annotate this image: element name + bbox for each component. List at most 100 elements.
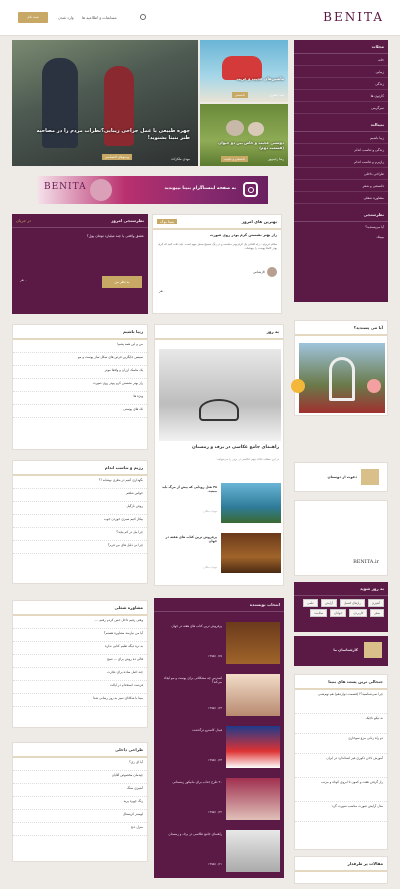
sidebar-item-cartoons[interactable]: کارتون ها [294, 90, 388, 102]
tag[interactable]: آرایش [321, 599, 337, 607]
list-item[interactable]: دو راه زنانی مرغ سوخاری [295, 734, 387, 754]
side-card-cars[interactable]: ماشین‌های عجیب و غریب امید جعفری دانستنی [200, 40, 288, 102]
logo[interactable]: BENITA [323, 10, 384, 24]
list-item[interactable]: تک های پوستی [13, 405, 147, 418]
question-answer-button[interactable]: به نظر من [102, 276, 142, 288]
nav-link-login[interactable]: وارد شدن [58, 15, 74, 20]
best-answers-badge[interactable]: بنیتا بوک [157, 219, 177, 224]
list-item[interactable]: فرصت استخدام در ایالت [13, 681, 147, 694]
list-item[interactable]: چند اصل ساده برای تجارت [13, 668, 147, 681]
list-item[interactable]: سیبس جایگزین قرص های سکل ساز پوست و مو [13, 353, 147, 366]
sidebar-item-life[interactable]: زندگی [294, 78, 388, 90]
list-item[interactable]: یک ماسک ارزان و واقعا موثر [13, 366, 147, 379]
tag[interactable]: آشپزی [367, 599, 384, 607]
hero-title[interactable]: چهره طبیعی یا عمل جراحی زیبایی؟نظرات مرد… [25, 128, 190, 142]
invite-card[interactable]: دعوت از دوستان [294, 462, 388, 492]
instagram-banner[interactable]: BENITA به صفحه اینستاگرام بنیتا بپیوندید [38, 176, 268, 204]
envelope-icon [361, 469, 379, 485]
list-item[interactable]: راز بهتر نشستن کرم پودر روی صورت [13, 379, 147, 392]
sidebar-sub-item[interactable]: زندگی و تناسب اندام [294, 144, 388, 156]
list-item[interactable]: من و این همه پشم! [13, 340, 147, 353]
list-item[interactable]: چرا بیل در کم بیاید؟ [13, 528, 147, 541]
site-name[interactable]: BENITA.ir [353, 559, 379, 565]
list-item[interactable]: آیا ای زی؟ [13, 758, 147, 771]
pick-item-title[interactable]: ۲۰ طرح جذاب برای مانیکور زمستانی [160, 780, 222, 784]
daily-list-meta: مهدی ملکی [203, 565, 217, 569]
list-item[interactable]: مدل آرایش صورت مناسب صورت گرد [295, 802, 387, 822]
sidebar-sub-item[interactable]: رازبرم و تناسب اندام [294, 156, 388, 168]
list-item[interactable]: حواس شلغم [13, 489, 147, 502]
books-image[interactable] [221, 533, 281, 573]
pick-image-woman[interactable] [226, 674, 280, 716]
list-item[interactable]: آیا من نیازمند مشاوره هستم؟ [13, 629, 147, 642]
side-card-animals[interactable]: دوستی عجیب و خاص بین دو حیوان (قسمت دوم)… [200, 104, 288, 166]
list-item[interactable]: وقتی رفیم داخل حس کردم رفتم، ... [13, 616, 147, 629]
hotel-image[interactable] [221, 483, 281, 523]
list-item[interactable]: روغن نارگیل [13, 502, 147, 515]
poll-question-2[interactable]: بیبیتک [294, 232, 388, 242]
pick-item-title[interactable]: فیدل کاسترو درگذشت [160, 728, 222, 732]
daily-list-title[interactable]: ۴۸ هتل رویایی که پیش از مرگ باید ببینید. [159, 485, 217, 493]
sidebar-item-home[interactable]: خانه [294, 54, 388, 66]
list-item[interactable]: آموزش ناخن دکوری غیر استاندارد در ایران [295, 754, 387, 778]
list-item[interactable]: قالی ده روش برای ... صبح [13, 655, 147, 668]
pick-image-bicycle[interactable] [226, 830, 280, 872]
side-card-tag[interactable]: دانستنی و عجیب [221, 156, 248, 162]
daily-list-title[interactable]: پرفروش ترین کتاب های هفته در جهان [159, 535, 217, 543]
fitness-list: رژیم و تناسب اندام نگهداری آنتیم در بطری… [12, 460, 148, 584]
side-card-title[interactable]: دوستی عجیب و خاص بین دو حیوان (قسمت دوم) [204, 140, 284, 150]
list-item[interactable]: چیدمان مخصوص آقایان [13, 771, 147, 784]
pick-image-books[interactable] [226, 622, 280, 664]
list-item[interactable]: لوستر کریستال [13, 810, 147, 823]
list-item[interactable]: رنگ چهره پریه [13, 797, 147, 810]
emoji-love-icon[interactable] [367, 379, 381, 393]
nav-link-contests[interactable]: مسابقات و اطلاعیه ها [82, 15, 117, 20]
daily-list-meta: مهدی ملکی [203, 509, 217, 513]
sidebar-sub-item[interactable]: طراحی داخلی [294, 168, 388, 180]
emoji-icon[interactable] [291, 379, 305, 393]
list-item[interactable]: نه نیکو تاجیک [295, 714, 387, 734]
search-icon[interactable] [140, 14, 146, 20]
list-item[interactable]: آشپزی سنگ [13, 784, 147, 797]
side-card-tag[interactable]: دانستنی [232, 92, 248, 98]
sidebar-item-beauty[interactable]: زیبایی [294, 66, 388, 78]
poll-question[interactable]: آیا می‌پسندید؟ [294, 222, 388, 232]
daily-main-image[interactable] [159, 349, 281, 441]
sidebar-sub-item[interactable]: دانستنی و شعر [294, 180, 388, 192]
list-item[interactable]: بیکار کنیم سبزی خوردن خوب [13, 515, 147, 528]
pick-item-title[interactable]: راهنمای جامع عکاسی در برف و زمستان [160, 832, 222, 836]
best-answers-user[interactable]: کارشناس [253, 270, 265, 274]
side-card-title[interactable]: ماشین‌های عجیب و غریب [204, 76, 284, 81]
sidebar-sub-item[interactable]: زیبا باشیم [294, 132, 388, 144]
tag[interactable]: علمی [303, 599, 319, 607]
pick-image-castro[interactable] [226, 726, 280, 768]
pick-image-nails[interactable] [226, 778, 280, 820]
list-item[interactable]: چرا نمی‌شناسید؟! (قسمت دوازدهم) هم نهم‌ش… [295, 690, 387, 714]
hero-tag[interactable]: ویدیوهای اختصاصی [101, 154, 132, 160]
list-item[interactable]: ویژه ها [13, 392, 147, 405]
beauty-list-title: زیبا باشیم [13, 325, 147, 340]
pick-item-title[interactable]: استرس چه مشکلاتی برای پوست و مو ایجاد می… [160, 676, 222, 684]
pick-item-title[interactable]: پرفروش ترین کتاب های هفته در جهان [160, 624, 222, 628]
experts-card[interactable]: کارشناسان ما [294, 636, 388, 666]
rollercoaster-image[interactable] [299, 343, 385, 413]
list-item[interactable]: به نره دیگه تعلیم کتابی نداره [13, 642, 147, 655]
signup-button[interactable]: ثبت نام [18, 12, 48, 23]
side-card-author: رضا رحیم‌پور [268, 157, 284, 161]
tag[interactable]: رازهای کنسل [339, 599, 365, 607]
list-item[interactable]: منزل دنج [13, 823, 147, 836]
list-item[interactable]: راز گرفتن هفت و کمون تا ابروی کوتاه و مر… [295, 778, 387, 802]
tag[interactable]: سلامت [310, 609, 328, 617]
sidebar-sub-item[interactable]: مشاوره شغلی [294, 192, 388, 204]
hero-card[interactable]: چهره طبیعی یا عمل جراحی زیبایی؟نظرات مرد… [12, 40, 198, 166]
list-item[interactable]: چرا نی دلیل های من فرم؟ [13, 541, 147, 554]
list-item[interactable]: بنیتا با شکاتای تمیز به روز رسانی شد! [13, 694, 147, 707]
tag[interactable]: جوانان [330, 609, 347, 617]
tag[interactable]: کاربردی [349, 609, 368, 617]
best-answers-question[interactable]: راز بهتر نشستن کرم پودر روی صورت [153, 230, 281, 240]
sidebar-item-fun[interactable]: سرگرمی [294, 102, 388, 114]
best-answers-votes: ۰ نفر [159, 289, 166, 293]
list-item[interactable]: نگهداری آنتیم در بطری نوشابه !؟ [13, 476, 147, 489]
tag[interactable]: سفر [370, 609, 384, 617]
daily-main-title[interactable]: راهنمای جامع عکاسی در برف و زمستان [159, 445, 279, 450]
